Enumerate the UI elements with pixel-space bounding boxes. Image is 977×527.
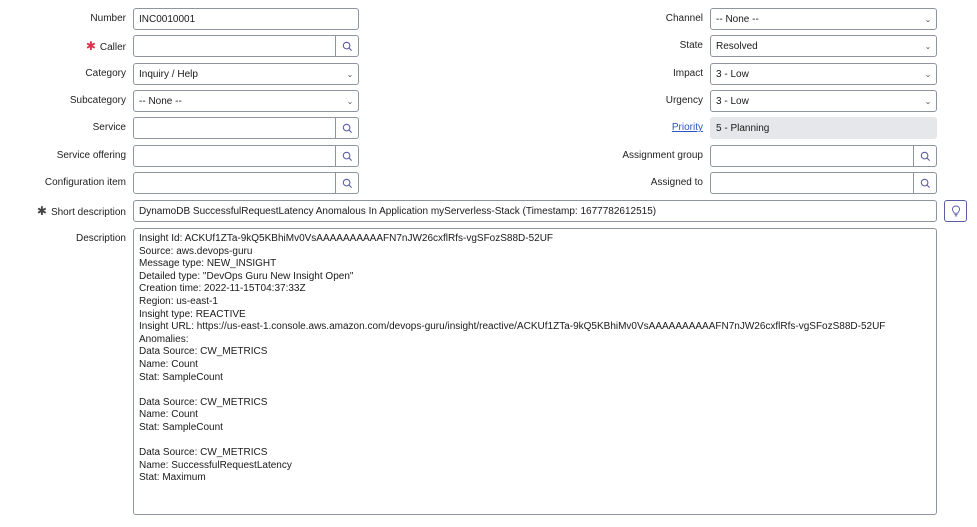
state-value: Resolved: [716, 40, 758, 52]
description-label: Description: [0, 228, 126, 250]
service-input[interactable]: [134, 118, 335, 138]
service-label: Service: [0, 117, 126, 139]
chevron-down-icon: ⌄: [346, 96, 354, 106]
urgency-value: 3 - Low: [716, 95, 749, 107]
impact-select[interactable]: 3 - Low ⌄: [710, 63, 937, 85]
category-select[interactable]: Inquiry / Help ⌄: [133, 63, 359, 85]
required-asterisk-icon: ✱: [85, 39, 96, 53]
priority-label: Priority: [560, 117, 703, 139]
state-select[interactable]: Resolved ⌄: [710, 35, 937, 57]
assigned-to-search-icon[interactable]: [913, 173, 936, 193]
category-value: Inquiry / Help: [139, 68, 198, 80]
assigned-to-label: Assigned to: [560, 172, 703, 194]
subcategory-value: -- None --: [139, 95, 182, 107]
service-offering-label: Service offering: [0, 145, 126, 167]
state-label-text: State: [679, 40, 703, 51]
number-label: Number: [0, 8, 126, 30]
subcategory-label-text: Subcategory: [69, 95, 126, 106]
chevron-down-icon: ⌄: [924, 96, 932, 106]
chevron-down-icon: ⌄: [924, 69, 932, 79]
number-field[interactable]: INC0010001: [133, 8, 359, 30]
assignment-group-field[interactable]: [710, 145, 937, 167]
assignment-group-search-icon[interactable]: [913, 146, 936, 166]
service-offering-field[interactable]: [133, 145, 359, 167]
lightbulb-icon: [951, 205, 960, 217]
assignment-group-label: Assignment group: [560, 145, 703, 167]
priority-field: 5 - Planning: [710, 117, 937, 139]
category-label-text: Category: [85, 68, 126, 79]
service-field[interactable]: [133, 117, 359, 139]
channel-label: Channel: [560, 8, 703, 30]
short-description-input[interactable]: DynamoDB SuccessfulRequestLatency Anomal…: [133, 200, 937, 222]
short-description-value[interactable]: DynamoDB SuccessfulRequestLatency Anomal…: [134, 206, 936, 217]
caller-label-text: Caller: [99, 42, 126, 53]
configuration-item-label-text: Configuration item: [44, 177, 126, 188]
channel-label-text: Channel: [665, 13, 703, 24]
service-search-icon[interactable]: [335, 118, 358, 138]
caller-field[interactable]: [133, 35, 359, 57]
service-offering-search-icon[interactable]: [335, 146, 358, 166]
configuration-item-label: Configuration item: [0, 172, 126, 194]
caller-label: ✱ Caller: [0, 35, 126, 57]
number-value[interactable]: INC0010001: [134, 14, 358, 25]
urgency-label: Urgency: [560, 90, 703, 112]
subcategory-select[interactable]: -- None -- ⌄: [133, 90, 359, 112]
mandatory-asterisk-icon: ✱: [36, 204, 47, 218]
priority-value: 5 - Planning: [716, 122, 770, 134]
channel-value: -- None --: [716, 13, 759, 25]
assigned-to-input[interactable]: [711, 173, 913, 193]
impact-label: Impact: [560, 63, 703, 85]
category-label: Category: [0, 63, 126, 85]
configuration-item-input[interactable]: [134, 173, 335, 193]
chevron-down-icon: ⌄: [346, 69, 354, 79]
priority-link[interactable]: Priority: [672, 122, 703, 133]
state-label: State: [560, 35, 703, 57]
assigned-to-label-text: Assigned to: [650, 177, 703, 188]
assigned-to-field[interactable]: [710, 172, 937, 194]
subcategory-label: Subcategory: [0, 90, 126, 112]
urgency-label-text: Urgency: [665, 95, 703, 106]
service-offering-input[interactable]: [134, 146, 335, 166]
caller-search-icon[interactable]: [335, 36, 358, 56]
short-description-label: ✱ Short description: [0, 200, 126, 222]
urgency-select[interactable]: 3 - Low ⌄: [710, 90, 937, 112]
description-textarea[interactable]: Insight Id: ACKUf1ZTa-9kQ5KBhiMv0VsAAAAA…: [133, 228, 937, 515]
service-label-text: Service: [92, 122, 126, 133]
impact-value: 3 - Low: [716, 68, 749, 80]
number-label-text: Number: [90, 13, 126, 24]
description-label-text: Description: [75, 233, 126, 244]
service-offering-label-text: Service offering: [56, 150, 126, 161]
chevron-down-icon: ⌄: [924, 14, 932, 24]
channel-select[interactable]: -- None -- ⌄: [710, 8, 937, 30]
assignment-group-input[interactable]: [711, 146, 913, 166]
caller-input[interactable]: [134, 36, 335, 56]
configuration-item-field[interactable]: [133, 172, 359, 194]
short-description-label-text: Short description: [50, 207, 126, 218]
impact-label-text: Impact: [672, 68, 703, 79]
suggestion-button[interactable]: [944, 200, 967, 222]
configuration-item-search-icon[interactable]: [335, 173, 358, 193]
assignment-group-label-text: Assignment group: [622, 150, 703, 161]
chevron-down-icon: ⌄: [924, 41, 932, 51]
